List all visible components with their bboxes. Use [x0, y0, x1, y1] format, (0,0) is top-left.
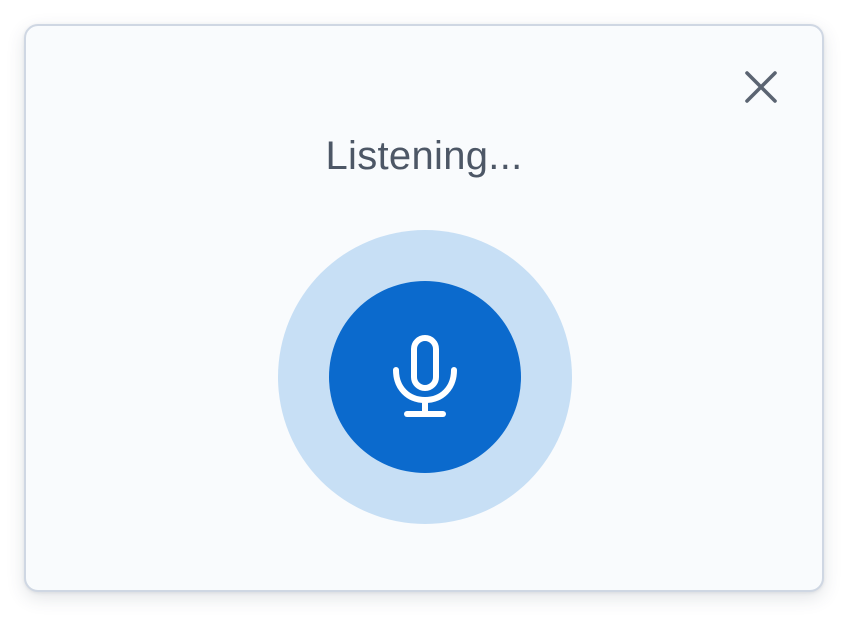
listening-status-title: Listening...: [325, 134, 523, 178]
microphone-button[interactable]: [329, 281, 521, 473]
microphone-icon: [393, 335, 457, 417]
close-icon: [745, 71, 777, 103]
voice-search-dialog: Listening...: [24, 24, 824, 592]
mic-halo: [278, 230, 572, 524]
close-button[interactable]: [740, 66, 782, 108]
